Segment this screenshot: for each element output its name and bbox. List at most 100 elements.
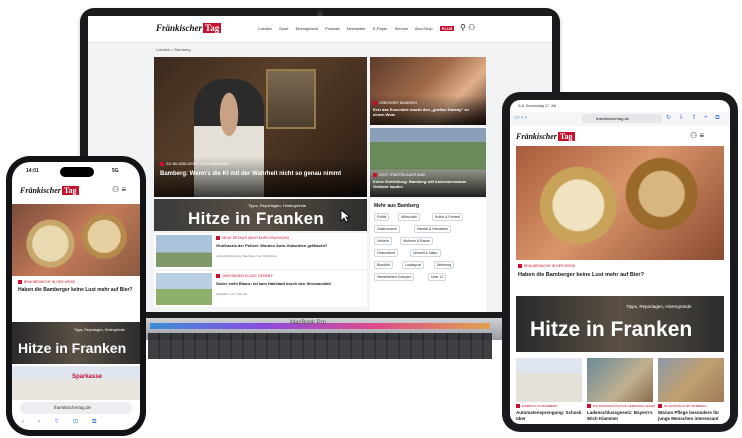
logo-text: Fränkischer (156, 23, 203, 33)
card-title[interactable]: Ladenschlussgesetz: Bayern's Wich Klamme… (587, 410, 653, 421)
article-row[interactable]: „Wir waren glück gehabt“ Söder sieht Bil… (154, 271, 367, 307)
search-icon[interactable]: ⚲ (460, 23, 466, 32)
side-headline[interactable]: Erst das Ensemble macht den „großen Gats… (373, 107, 481, 117)
topic-chip[interactable]: Hemmkeiten-Volumen (374, 273, 415, 281)
hero-beer-image[interactable] (12, 204, 140, 276)
card-thumbnail[interactable] (587, 358, 653, 402)
nav-item-epaper[interactable]: E-Paper (373, 26, 388, 31)
topic-chip[interactable]: Gastronomie (374, 225, 401, 233)
breadcrumb[interactable]: Lokales > Bamberg (156, 47, 191, 52)
nav-item-newsletter[interactable]: Newsletter (347, 26, 366, 31)
topic-chip[interactable]: Gesundheit (374, 249, 398, 257)
browser-toolbar: ‹›⇧⊡⧉ (22, 418, 110, 426)
card-kicker: Einbruch in Bamberg (516, 404, 557, 408)
reload-icon[interactable]: ↻ (666, 115, 674, 121)
download-icon[interactable]: ⇩ (679, 115, 687, 121)
logo-tag: Tag (557, 132, 575, 141)
logo-text: Fränkischer (516, 132, 557, 141)
status-signal: 5G (112, 168, 119, 174)
logo-text: Fränkischer (20, 186, 61, 195)
nav-item-podcast[interactable]: Podcast (325, 26, 339, 31)
nav-item-lokales[interactable]: Lokales (258, 26, 272, 31)
user-icon[interactable]: ⚇ (468, 23, 475, 32)
menu-icon[interactable]: ≡ (699, 131, 704, 140)
card-title[interactable]: Automatensprengung: Schock über (516, 410, 582, 421)
hitze-banner[interactable]: Tipps, Reportagen, Hintergründe Hitze in… (516, 296, 724, 352)
topic-chip[interactable]: Politik (374, 213, 390, 221)
hitze-title: Hitze in Franken (530, 318, 693, 341)
logo-tag: Tag (61, 186, 79, 195)
side-kicker: Rost starten Auer Bam (373, 173, 425, 177)
status-bar: 9:41 Donnerstag 17. Juli (518, 104, 556, 108)
user-icon[interactable]: ⚇ (690, 131, 697, 140)
hero-kicker: Braubranche in der Krise (18, 280, 75, 284)
site-header: Fränkischer Tag Lokales Sport Ebersgeland… (88, 16, 552, 43)
hero-headline[interactable]: Haben die Bamberger keine Lust mehr auf … (518, 272, 718, 279)
tabs-icon[interactable]: ⧉ (715, 115, 722, 121)
site-logo[interactable]: Fränkischer Tag (516, 132, 575, 141)
hitze-subtitle: Tipps, Reportagen, Hintergründe (248, 203, 307, 208)
bookmarks-icon[interactable]: ⊡ (73, 419, 92, 425)
back-icon[interactable]: ‹ (521, 115, 523, 121)
article-title[interactable]: Großrazzia der Polizei: Wurden Auto-Guta… (216, 243, 364, 248)
sidebar-icon[interactable]: ▭ (514, 115, 520, 121)
nav-item-ebersgeland[interactable]: Ebersgeland (296, 26, 318, 31)
more-title: Mehr aus Bamberg (374, 203, 420, 209)
tabs-icon[interactable]: ⧉ (92, 419, 110, 425)
topic-chip[interactable]: Werbung (434, 261, 455, 269)
new-tab-icon[interactable]: + (704, 115, 711, 121)
dynamic-island (60, 167, 94, 177)
side-headline[interactable]: Keine Schließung: Bamberg will Ankerwers… (373, 179, 481, 189)
side-teaser-gatsby[interactable]: Gebrüder Bamberg Erst das Ensemble macht… (370, 57, 486, 125)
topic-chip[interactable]: Blaulicht (374, 261, 394, 269)
article-title[interactable]: Söder sieht Bilanz: Ist kam Hallstadt du… (216, 281, 364, 286)
laptop-model-label: MacBook Pro (290, 320, 327, 326)
nav-item-abo-shop[interactable]: Abo-Shop (415, 26, 433, 31)
browser-action-buttons: ↻ ⇩ ⇧ + ⧉ (666, 114, 723, 122)
site-logo[interactable]: Fränkischer Tag (20, 186, 79, 195)
user-icon[interactable]: ⚇ (112, 185, 119, 194)
back-icon[interactable]: ‹ (22, 419, 38, 425)
topic-chip[interactable]: Wirtschaft (398, 213, 420, 221)
article-image[interactable] (12, 366, 140, 400)
plus-badge[interactable]: PLUS (439, 26, 455, 31)
topic-chip[interactable]: Handel & Handwerk (414, 225, 452, 233)
hitze-banner[interactable]: Tipps, Reportagen, Hintergründe Hitze in… (12, 322, 140, 364)
hero-headline[interactable]: Haben die Bamberger keine Lust mehr auf … (18, 287, 136, 293)
topic-chip[interactable]: Kultur & Freizeit (432, 213, 463, 221)
forward-icon[interactable]: › (525, 115, 527, 121)
topic-chip[interactable]: Umwelt & Natur (410, 249, 441, 257)
header-icons: ⚇ ≡ (690, 131, 704, 140)
topic-chip[interactable]: Uner 12 (428, 273, 447, 281)
forward-icon[interactable]: › (38, 419, 54, 425)
more-from-bamberg: Mehr aus Bamberg Politik Wirtschaft Kult… (370, 199, 486, 312)
keyboard (148, 333, 492, 359)
hitze-banner[interactable]: Tipps, Reportagen, Hintergründe Hitze in… (154, 199, 367, 231)
topic-chip[interactable]: Lokalsport (402, 261, 425, 269)
topic-chip[interactable]: Wohnen & Bauen (400, 237, 434, 245)
hero-headline[interactable]: Bamberg: Wenn's die KI mit der Wahrheit … (160, 170, 350, 178)
card-title[interactable]: Warum Pflege besonders für junge Mensche… (658, 410, 724, 421)
article-meta: Lichtenfels/Coburg, Bamberg / vor 50 Min… (216, 254, 278, 258)
share-icon[interactable]: ⇧ (691, 115, 699, 121)
nav-item-service[interactable]: Service (395, 26, 408, 31)
hero-beer-image[interactable] (516, 146, 724, 260)
article-row[interactable]: Neue Details nach Durchsuchung Großrazzi… (154, 233, 367, 269)
nav-item-sport[interactable]: Sport (279, 26, 289, 31)
article-thumbnail (156, 273, 212, 305)
card-thumbnail[interactable] (516, 358, 582, 402)
laptop-screen: Fränkischer Tag Lokales Sport Ebersgeland… (88, 16, 552, 312)
card-thumbnail[interactable] (658, 358, 724, 402)
article-meta: Hallstadt / vor 1 Stunde (216, 292, 248, 296)
hero-teaser[interactable]: Zu Bildbildern Hochbeinheit Bamberg: Wen… (154, 57, 367, 197)
header-icons: ⚲ ⚇ (460, 23, 475, 32)
share-icon[interactable]: ⇧ (54, 419, 73, 425)
menu-icon[interactable]: ≡ (121, 185, 126, 194)
article-kicker: Neue Details nach Durchsuchung (216, 236, 289, 240)
site-logo[interactable]: Fränkischer Tag (156, 23, 222, 33)
side-teaser-aerial[interactable]: Rost starten Auer Bam Keine Schließung: … (370, 128, 486, 197)
hitze-subtitle: Tipps, Reportagen, Hintergründe (74, 328, 125, 332)
topic-chip[interactable]: Verkehr (374, 237, 393, 245)
card-kicker: Im Gespräch mit Bamberg (658, 404, 707, 408)
status-time: 14:01 (26, 168, 39, 174)
